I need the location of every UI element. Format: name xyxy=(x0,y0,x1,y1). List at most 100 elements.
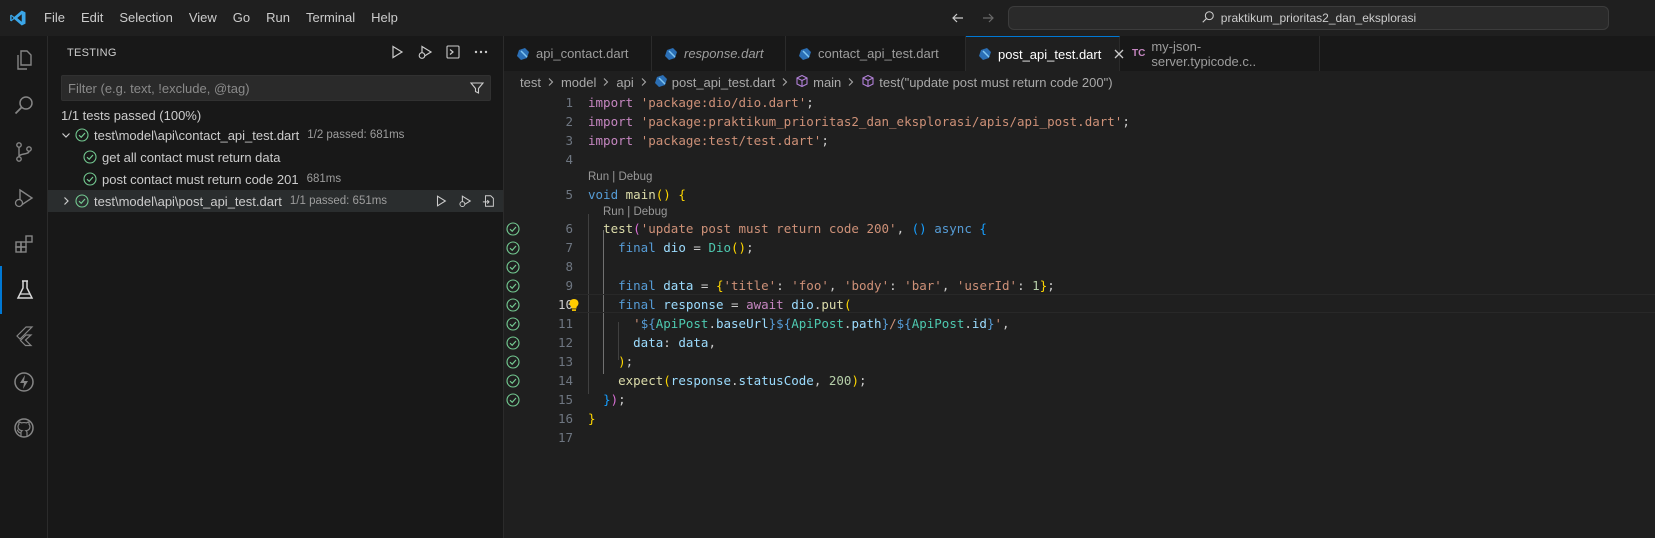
forward-arrow-icon[interactable] xyxy=(978,8,998,28)
explorer-icon[interactable] xyxy=(0,36,48,84)
breadcrumb-item[interactable]: api xyxy=(616,75,633,90)
dart-icon xyxy=(654,74,668,91)
tab-api-contact[interactable]: api_contact.dart xyxy=(504,36,652,71)
thunder-client-icon[interactable] xyxy=(0,358,48,406)
menu-bar: File Edit Selection View Go Run Terminal… xyxy=(36,0,406,36)
chevron-right-icon xyxy=(846,77,856,87)
test-pass-icon[interactable] xyxy=(504,352,522,371)
breadcrumb-item[interactable]: model xyxy=(561,75,596,90)
extensions-icon[interactable] xyxy=(0,220,48,268)
test-pass-icon[interactable] xyxy=(504,238,522,257)
activity-bar xyxy=(0,36,48,538)
tab-response[interactable]: response.dart xyxy=(652,36,786,71)
test-pass-icon[interactable] xyxy=(504,371,522,390)
menu-go[interactable]: Go xyxy=(225,0,258,36)
test-file-contact[interactable]: test\model\api\contact_api_test.dart 1/2… xyxy=(48,124,503,146)
menu-help[interactable]: Help xyxy=(363,0,406,36)
test-pass-icon[interactable] xyxy=(504,295,522,314)
line-number: 15 xyxy=(557,392,573,407)
test-case-get-all-contact[interactable]: get all contact must return data xyxy=(48,146,503,168)
pass-icon xyxy=(74,127,90,143)
chevron-right-icon[interactable] xyxy=(58,193,74,209)
code-line: final dio = Dio(); xyxy=(618,240,754,255)
breadcrumb-item[interactable]: test xyxy=(520,75,541,90)
code-line: test('update post must return code 200',… xyxy=(603,221,987,236)
menu-terminal[interactable]: Terminal xyxy=(298,0,363,36)
code-line: void main() { xyxy=(588,187,686,202)
test-pass-icon[interactable] xyxy=(504,219,522,238)
menu-selection[interactable]: Selection xyxy=(111,0,180,36)
code-lens-run-debug[interactable]: Run | Debug xyxy=(588,169,652,185)
tree-item-meta: 1/1 passed: 651ms xyxy=(289,195,388,207)
tree-item-label: test\model\api\contact_api_test.dart xyxy=(94,127,300,143)
line-number: 1 xyxy=(565,95,573,110)
test-pass-icon[interactable] xyxy=(504,276,522,295)
more-actions-icon[interactable] xyxy=(471,42,491,62)
line-number: 11 xyxy=(557,316,573,331)
filter-icon[interactable] xyxy=(464,76,490,100)
menu-run[interactable]: Run xyxy=(258,0,298,36)
breadcrumb-file[interactable]: post_api_test.dart xyxy=(654,74,775,91)
line-number: 13 xyxy=(557,354,573,369)
show-output-icon[interactable] xyxy=(443,42,463,62)
test-case-post-contact[interactable]: post contact must return code 201 681ms xyxy=(48,168,503,190)
code-line: import 'package:test/test.dart'; xyxy=(588,133,829,148)
method-cube-icon xyxy=(861,74,875,91)
testing-sidebar: TESTING 1/1 tests passed (100%) test\mod… xyxy=(48,36,504,538)
command-center[interactable]: praktikum_prioritas2_dan_eksplorasi xyxy=(1008,6,1609,30)
debug-tests-icon[interactable] xyxy=(415,42,435,62)
filter-input[interactable] xyxy=(62,80,464,96)
breadcrumb-symbol[interactable]: main xyxy=(795,74,841,91)
back-arrow-icon[interactable] xyxy=(948,8,968,28)
code-line: final data = {'title': 'foo', 'body': 'b… xyxy=(618,278,1055,293)
code-lens-run-debug[interactable]: Run | Debug xyxy=(603,204,667,220)
tab-contact-api-test[interactable]: contact_api_test.dart xyxy=(786,36,966,71)
tab-post-api-test[interactable]: post_api_test.dart xyxy=(966,36,1124,71)
test-summary: 1/1 tests passed (100%) xyxy=(61,108,202,123)
run-test-icon[interactable] xyxy=(431,191,451,211)
chevron-down-icon[interactable] xyxy=(58,127,74,143)
chevron-right-icon xyxy=(639,77,649,87)
menu-file[interactable]: File xyxy=(36,0,73,36)
test-pass-icon[interactable] xyxy=(504,333,522,352)
menu-edit[interactable]: Edit xyxy=(73,0,111,36)
code-line: import 'package:dio/dio.dart'; xyxy=(588,95,814,110)
code-line: import 'package:praktikum_prioritas2_dan… xyxy=(588,114,1130,129)
dart-icon xyxy=(798,47,812,61)
chevron-right-icon xyxy=(780,77,790,87)
title-bar: File Edit Selection View Go Run Terminal… xyxy=(0,0,1655,36)
test-pass-icon[interactable] xyxy=(504,257,522,276)
code-editor[interactable]: 1 import 'package:dio/dio.dart'; 2 impor… xyxy=(504,93,1655,538)
github-icon[interactable] xyxy=(0,404,48,452)
line-number: 7 xyxy=(565,240,573,255)
debug-test-icon[interactable] xyxy=(455,191,475,211)
testing-icon[interactable] xyxy=(0,266,48,314)
code-line: final response = await dio.put( xyxy=(618,297,852,312)
go-to-file-icon[interactable] xyxy=(479,191,499,211)
test-pass-icon[interactable] xyxy=(504,314,522,333)
line-number: 6 xyxy=(565,221,573,236)
test-pass-icon[interactable] xyxy=(504,390,522,409)
dart-icon xyxy=(664,47,678,61)
line-number: 14 xyxy=(557,373,573,388)
source-control-icon[interactable] xyxy=(0,128,48,176)
tree-item-meta: 1/2 passed: 681ms xyxy=(307,129,405,141)
chevron-right-icon xyxy=(601,77,611,87)
line-number: 3 xyxy=(565,133,573,148)
search-icon[interactable] xyxy=(0,82,48,130)
dart-icon xyxy=(978,47,992,61)
tab-json-server[interactable]: TC my-json-server.typicode.c.. xyxy=(1120,36,1320,71)
breadcrumb-symbol[interactable]: test("update post must return code 200") xyxy=(861,74,1113,91)
run-debug-icon[interactable] xyxy=(0,174,48,222)
lightbulb-icon[interactable] xyxy=(566,295,582,314)
menu-view[interactable]: View xyxy=(181,0,225,36)
run-tests-icon[interactable] xyxy=(387,42,407,62)
line-number: 17 xyxy=(557,430,573,445)
code-line: } xyxy=(588,411,596,426)
search-icon xyxy=(1201,10,1215,27)
test-file-post[interactable]: test\model\api\post_api_test.dart 1/1 pa… xyxy=(48,190,503,212)
code-line: data: data, xyxy=(633,335,716,350)
flutter-icon[interactable] xyxy=(0,312,48,360)
command-center-label: praktikum_prioritas2_dan_eksplorasi xyxy=(1220,11,1417,25)
method-cube-icon xyxy=(795,74,809,91)
